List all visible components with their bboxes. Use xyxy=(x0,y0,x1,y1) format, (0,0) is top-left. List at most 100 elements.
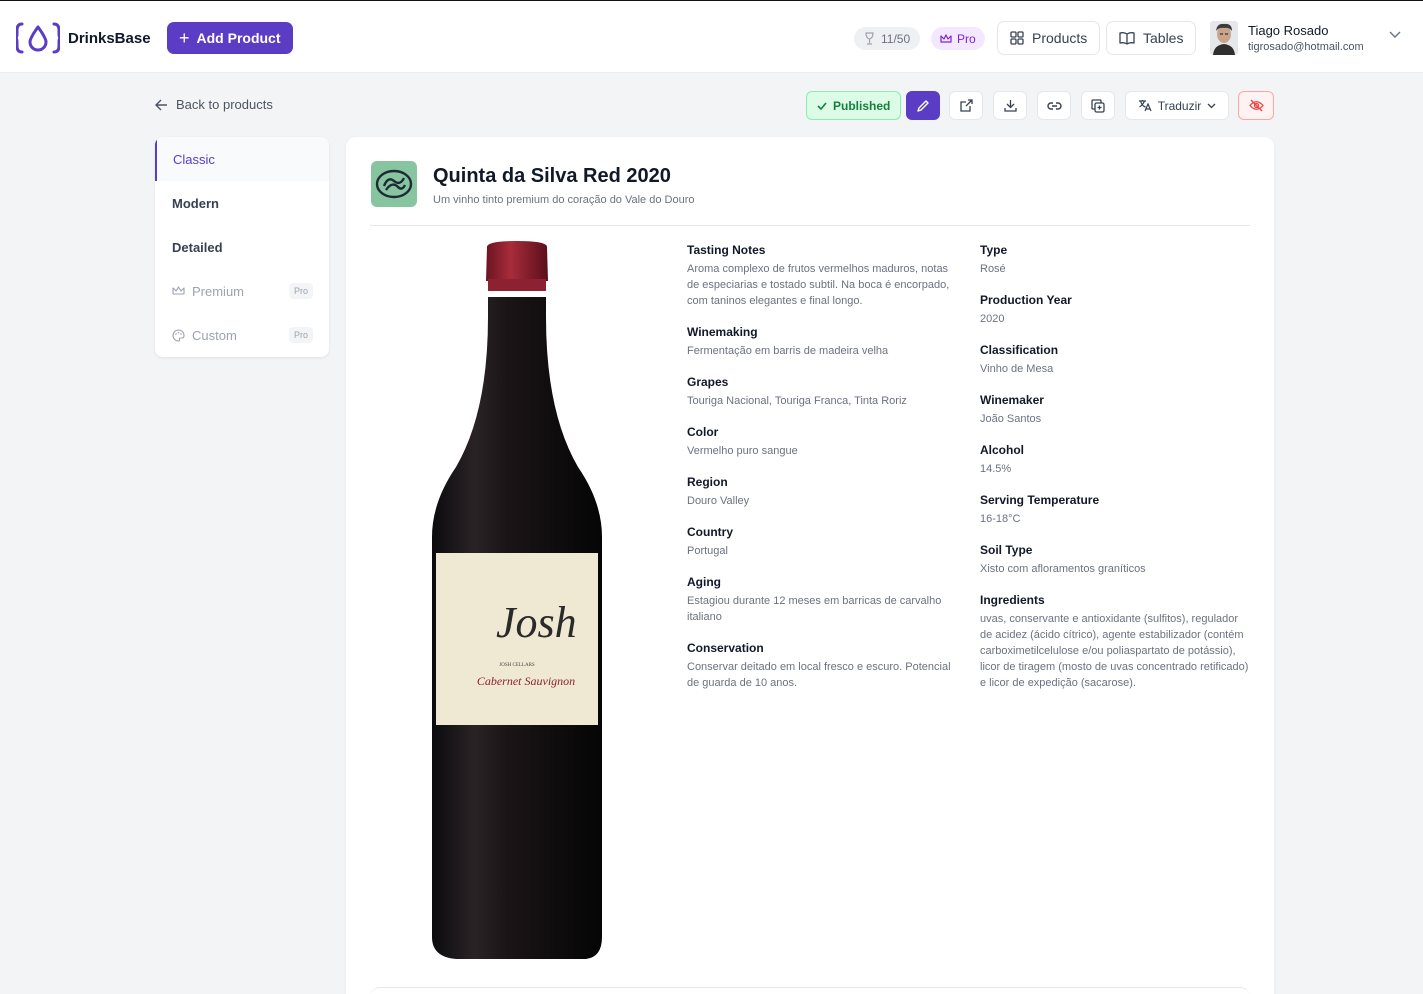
copy-link-button[interactable] xyxy=(1037,91,1071,120)
detail-field: Winemaking Fermentação em barris de madei… xyxy=(687,325,957,359)
unpublish-button[interactable] xyxy=(1238,91,1274,120)
detail-field: Type Rosé xyxy=(980,243,1250,277)
detail-field: Ingredients uvas, conservante e antioxida… xyxy=(980,593,1250,691)
nav-products-button[interactable]: Products xyxy=(997,21,1101,55)
brand-logo-icon xyxy=(16,22,60,54)
template-item-detailed[interactable]: Detailed xyxy=(155,225,329,269)
details-column-right: Type Rosé Production Year 2020 Classificat… xyxy=(980,243,1250,707)
detail-field: Serving Temperature 16-18°C xyxy=(980,493,1250,527)
detail-value: 16-18°C xyxy=(980,513,1021,525)
chevron-down-icon xyxy=(1207,103,1216,108)
details-column-left: Tasting Notes Aroma complexo de frutos ve… xyxy=(687,243,957,707)
translate-label: Traduzir xyxy=(1157,98,1202,113)
template-label: Classic xyxy=(173,151,215,167)
detail-value: Touriga Nacional, Touriga Franca, Tinta … xyxy=(687,395,907,407)
detail-label: Classification xyxy=(980,343,1059,357)
template-label: Custom xyxy=(192,327,237,343)
template-label: Modern xyxy=(172,195,219,211)
template-item-modern[interactable]: Modern xyxy=(155,181,329,225)
edit-button[interactable] xyxy=(906,91,940,120)
wine-glass-icon xyxy=(865,32,874,45)
card-footer-edge xyxy=(370,987,1250,994)
detail-label: Conservation xyxy=(687,641,764,655)
product-title: Quinta da Silva Red 2020 xyxy=(433,165,671,187)
detail-value: Vermelho puro sangue xyxy=(687,445,798,457)
detail-label: Country xyxy=(687,525,733,539)
detail-field: Country Portugal xyxy=(687,525,957,559)
open-external-button[interactable] xyxy=(949,91,983,120)
brand-name: DrinksBase xyxy=(68,29,151,47)
detail-value: Estagiou durante 12 meses em barricas de… xyxy=(687,595,942,623)
bottle-label-brand: Josh xyxy=(496,598,577,647)
pro-badge: Pro xyxy=(288,283,313,299)
usage-count: 11/50 xyxy=(881,31,911,46)
eye-off-icon xyxy=(1248,99,1264,112)
detail-field: Classification Vinho de Mesa xyxy=(980,343,1250,377)
detail-field: Aging Estagiou durante 12 meses em barric… xyxy=(687,575,957,625)
nav-tables-button[interactable]: Tables xyxy=(1106,21,1197,55)
brand[interactable]: DrinksBase xyxy=(16,21,151,55)
user-email: tigrosado@hotmail.com xyxy=(1248,41,1364,53)
detail-label: Tasting Notes xyxy=(687,243,766,257)
divider xyxy=(370,225,1250,226)
template-item-classic[interactable]: Classic xyxy=(155,137,329,181)
detail-label: Serving Temperature xyxy=(980,493,1100,507)
user-name: Tiago Rosado xyxy=(1248,23,1329,38)
detail-value: Conservar deitado em local fresco e escu… xyxy=(687,661,951,689)
detail-value: 2020 xyxy=(980,313,1005,325)
external-link-icon xyxy=(959,99,973,112)
chevron-down-icon[interactable] xyxy=(1389,31,1401,39)
detail-value: Portugal xyxy=(687,545,728,557)
template-sidebar: Classic Modern Detailed Premium Pro Cust… xyxy=(155,137,329,357)
detail-value: 14.5% xyxy=(980,463,1012,475)
detail-field: Grapes Touriga Nacional, Touriga Franca, … xyxy=(687,375,957,409)
add-product-button[interactable]: + Add Product xyxy=(167,22,293,54)
detail-value: uvas, conservante e antioxidante (sulfit… xyxy=(980,613,1249,689)
link-icon xyxy=(1046,101,1062,110)
nav-tables-label: Tables xyxy=(1143,30,1184,46)
arrow-left-icon xyxy=(155,99,167,110)
detail-value: Douro Valley xyxy=(687,495,750,507)
bottle-label-variety: Cabernet Sauvignon xyxy=(477,674,575,688)
detail-field: Region Douro Valley xyxy=(687,475,957,509)
detail-label: Type xyxy=(980,243,1008,257)
palette-icon xyxy=(172,328,185,342)
duplicate-button[interactable] xyxy=(1081,91,1115,120)
detail-value: Fermentação em barris de madeira velha xyxy=(687,345,889,357)
download-button[interactable] xyxy=(993,91,1027,120)
detail-label: Grapes xyxy=(687,375,729,389)
detail-field: Alcohol 14.5% xyxy=(980,443,1250,477)
back-label: Back to products xyxy=(176,97,273,112)
detail-label: Soil Type xyxy=(980,543,1033,557)
download-icon xyxy=(1003,100,1017,112)
nav-products-label: Products xyxy=(1032,30,1088,46)
back-to-products-link[interactable]: Back to products xyxy=(155,97,273,112)
product-preview-card: Quinta da Silva Red 2020 Um vinho tinto … xyxy=(346,137,1274,994)
avatar xyxy=(1210,21,1238,55)
producer-logo xyxy=(371,161,417,207)
template-item-custom[interactable]: Custom Pro xyxy=(155,313,329,357)
translate-icon xyxy=(1138,100,1152,112)
detail-value: Aroma complexo de frutos vermelhos madur… xyxy=(687,263,950,307)
detail-label: Ingredients xyxy=(980,593,1045,607)
crown-icon xyxy=(172,286,185,295)
detail-value: Vinho de Mesa xyxy=(980,363,1054,375)
detail-label: Aging xyxy=(687,575,721,589)
template-label: Premium xyxy=(192,283,245,299)
status-label: Published xyxy=(833,98,891,113)
detail-field: Tasting Notes Aroma complexo de frutos ve… xyxy=(687,243,957,309)
duplicate-icon xyxy=(1091,98,1105,113)
translate-dropdown[interactable]: Traduzir xyxy=(1125,91,1229,120)
detail-label: Production Year xyxy=(980,293,1072,307)
detail-label: Alcohol xyxy=(980,443,1024,457)
user-menu[interactable]: Tiago Rosado tigrosado@hotmail.com xyxy=(1210,21,1364,55)
published-status-button[interactable]: Published xyxy=(806,91,902,120)
detail-field: Production Year 2020 xyxy=(980,293,1250,327)
book-icon xyxy=(1119,32,1135,45)
template-label: Detailed xyxy=(172,239,223,255)
template-item-premium[interactable]: Premium Pro xyxy=(155,269,329,313)
grid-icon xyxy=(1010,31,1024,45)
detail-value: João Santos xyxy=(980,413,1042,425)
add-product-label: Add Product xyxy=(196,30,281,46)
plan-label: Pro xyxy=(957,31,976,46)
